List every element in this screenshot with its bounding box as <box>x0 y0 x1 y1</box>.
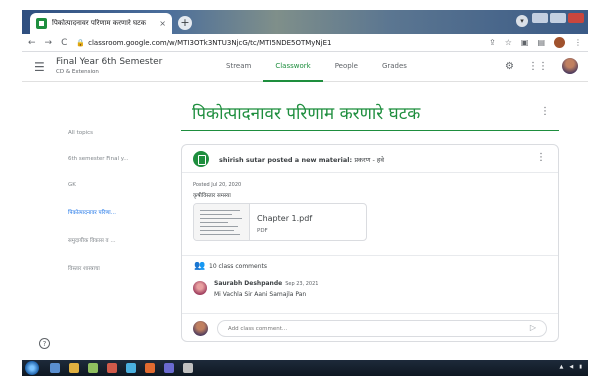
attachment-type: PDF <box>257 228 268 234</box>
add-comment-row: ▷ <box>182 313 558 343</box>
pdf-thumbnail <box>194 204 250 240</box>
tab-grades[interactable]: Grades <box>370 52 419 82</box>
taskbar-icons <box>50 363 193 373</box>
taskbar-app-icon[interactable] <box>164 363 174 373</box>
posted-date: Posted Jul 20, 2020 <box>193 182 242 188</box>
start-button-icon[interactable] <box>25 361 39 375</box>
taskbar-app-icon[interactable] <box>50 363 60 373</box>
sidebar-item-6th-semester[interactable]: 6th semester Final y... <box>68 156 128 162</box>
window-close-button[interactable] <box>568 13 584 23</box>
back-icon[interactable]: ← <box>28 38 36 48</box>
address-bar: ← → C 🔒 classroom.google.com/w/MTI3OTk3N… <box>22 34 588 52</box>
header-icons: ⚙ ⋮⋮ <box>505 58 578 74</box>
tab-people[interactable]: People <box>323 52 370 82</box>
classroom-favicon-icon <box>36 18 47 29</box>
settings-gear-icon[interactable]: ⚙ <box>505 61 514 72</box>
comment-item: Saurabh Deshpande Sep 23, 2021 Mi Vachla … <box>193 279 543 305</box>
post-line: shirish sutar posted a new material: प्र… <box>219 155 384 164</box>
comment-text: Mi Vachla Sir Aani Samajla Pan <box>214 291 307 298</box>
tab-title: पिकोत्पादनावर परिणाम करणारे घटक <box>52 19 147 27</box>
share-icon[interactable]: ⇪ <box>489 38 496 47</box>
comment-author-line: Saurabh Deshpande Sep 23, 2021 <box>214 280 318 287</box>
add-comment-input[interactable] <box>217 320 547 337</box>
post-action: posted a new material: <box>265 156 355 164</box>
bookmark-star-icon[interactable]: ☆ <box>505 38 512 47</box>
post-author: shirish sutar <box>219 156 266 164</box>
class-comments-row[interactable]: 👥 10 class comments <box>182 255 558 275</box>
main-menu-icon[interactable]: ☰ <box>34 60 45 74</box>
extensions-icon[interactable]: ▤ <box>537 38 545 47</box>
attachment-pdf[interactable]: Chapter 1.pdf PDF <box>193 203 367 241</box>
taskbar-folder-icon[interactable] <box>69 363 79 373</box>
topic-title: पिकोत्पादनावर परिणाम करणारे घटक <box>192 104 421 124</box>
sidebar-item-all-topics[interactable]: All topics <box>68 130 128 136</box>
taskbar-app-icon[interactable] <box>183 363 193 373</box>
classroom-tabs: Stream Classwork People Grades <box>214 52 419 82</box>
material-card-header[interactable]: shirish sutar posted a new material: प्र… <box>182 145 558 173</box>
user-avatar[interactable] <box>562 58 578 74</box>
address-bar-icons: ⇪ ☆ ▣ ▤ ⋮ <box>489 37 582 48</box>
taskbar-app-icon[interactable] <box>107 363 117 373</box>
profile-avatar[interactable] <box>554 37 565 48</box>
comment-author: Saurabh Deshpande <box>214 280 283 287</box>
new-tab-button[interactable]: + <box>178 16 192 30</box>
sidebar-item-gk[interactable]: GK <box>68 182 128 188</box>
commenter-avatar <box>193 281 207 295</box>
sidebar-item-community-development[interactable]: समुदायीक विकास व ... <box>68 236 128 244</box>
attachment-name: Chapter 1.pdf <box>257 214 313 223</box>
browser-menu-icon[interactable]: ⋮ <box>574 38 582 47</box>
apps-grid-icon[interactable]: ⋮⋮ <box>528 61 548 72</box>
volume-icon[interactable]: ◀ <box>569 364 573 370</box>
taskbar-app-icon[interactable] <box>126 363 136 373</box>
help-icon[interactable]: ? <box>39 338 50 349</box>
tab-search-icon[interactable]: ▾ <box>516 15 528 27</box>
forward-icon[interactable]: → <box>45 38 53 48</box>
lock-icon[interactable]: 🔒 <box>76 39 85 47</box>
send-icon[interactable]: ▷ <box>530 323 536 332</box>
url-field[interactable]: classroom.google.com/w/MTI3OTk3NTU3NjcG/… <box>88 39 489 47</box>
comments-count: 10 class comments <box>209 263 267 270</box>
browser-tabstrip: पिकोत्पादनावर परिणाम करणारे घटक × + ▾ <box>22 10 588 34</box>
screenshot-frame: पिकोत्पादनावर परिणाम करणारे घटक × + ▾ ← … <box>0 0 606 376</box>
network-icon[interactable]: ▲ <box>560 364 564 370</box>
material-title: प्रकरण - हवे <box>354 156 384 164</box>
taskbar-app-icon[interactable] <box>145 363 155 373</box>
classroom-header: ☰ Final Year 6th Semester CD & Extension… <box>22 52 588 82</box>
window-controls <box>532 13 584 23</box>
os-taskbar: ▲ ◀ ▮ <box>22 360 588 376</box>
topic-divider <box>181 130 559 131</box>
course-title[interactable]: Final Year 6th Semester <box>56 57 162 67</box>
system-tray: ▲ ◀ ▮ <box>560 364 582 370</box>
topics-sidebar: All topics 6th semester Final y... GK पि… <box>68 130 128 292</box>
material-description: कृषीविस्तार समस्या <box>193 193 231 199</box>
minimize-button[interactable] <box>532 13 548 23</box>
sidepanel-icon[interactable]: ▣ <box>521 38 529 47</box>
tab-classwork[interactable]: Classwork <box>263 52 323 82</box>
people-icon: 👥 <box>194 261 206 271</box>
sidebar-item-extension-science[interactable]: विस्तार शास्त्राचा <box>68 264 128 272</box>
browser-tab[interactable]: पिकोत्पादनावर परिणाम करणारे घटक × <box>30 13 172 34</box>
taskbar-app-icon[interactable] <box>88 363 98 373</box>
topic-more-options-icon[interactable]: ⋮ <box>540 106 550 117</box>
sidebar-item-current-topic[interactable]: पिकोत्पादनावर परिणा... <box>68 208 128 216</box>
material-card: shirish sutar posted a new material: प्र… <box>181 144 559 342</box>
material-icon <box>193 151 209 167</box>
tab-stream[interactable]: Stream <box>214 52 263 82</box>
maximize-button[interactable] <box>550 13 566 23</box>
my-avatar <box>193 321 208 336</box>
course-subtitle: CD & Extension <box>56 69 99 75</box>
comment-date: Sep 23, 2021 <box>285 281 319 287</box>
card-more-options-icon[interactable]: ⋮ <box>536 152 546 163</box>
reload-icon[interactable]: C <box>61 38 67 48</box>
battery-icon[interactable]: ▮ <box>579 364 582 370</box>
tab-close-icon[interactable]: × <box>159 19 166 28</box>
